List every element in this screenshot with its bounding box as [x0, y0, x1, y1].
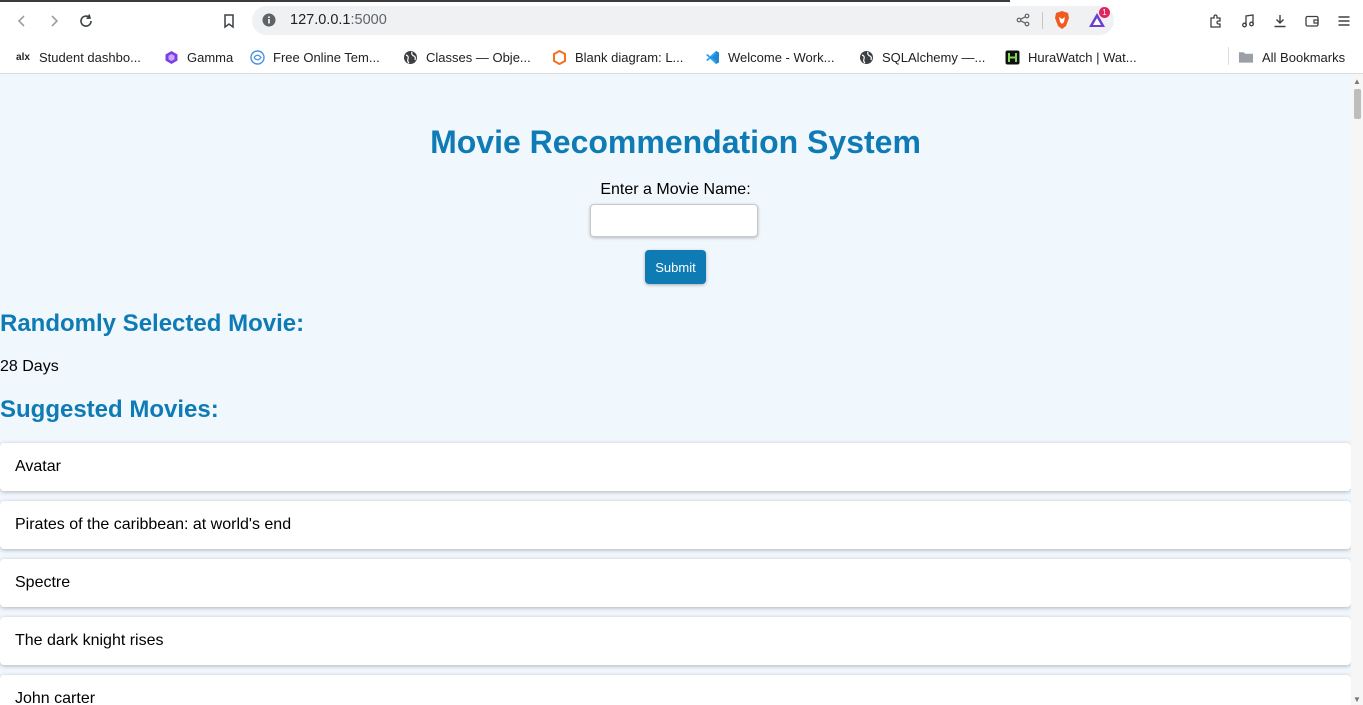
scroll-down-icon[interactable]: ▼	[1353, 695, 1361, 704]
globe-icon	[858, 49, 874, 65]
bookmark-label: Classes — Obje...	[426, 49, 531, 65]
random-movie-title: 28 Days	[0, 358, 59, 375]
bookmark-item[interactable]: Blank diagram: L...	[551, 47, 683, 67]
list-item: Pirates of the caribbean: at world's end	[0, 501, 1351, 549]
scroll-thumb[interactable]	[1354, 89, 1361, 119]
bookmark-item[interactable]: Gamma	[163, 47, 233, 67]
alx-icon: alx	[16, 51, 30, 63]
list-item: Avatar	[0, 443, 1351, 491]
urlbar-divider	[1042, 12, 1043, 29]
bookmark-label: Student dashbo...	[39, 49, 141, 65]
forward-button[interactable]	[43, 10, 65, 32]
page-content: Movie Recommendation System Enter a Movi…	[0, 74, 1351, 705]
folder-icon	[1238, 49, 1254, 65]
scroll-up-icon[interactable]: ▲	[1353, 77, 1361, 86]
extensions-icon[interactable]	[1206, 11, 1226, 31]
bookmark-item[interactable]: SQLAlchemy —...	[858, 47, 985, 67]
rewards-badge: 1	[1099, 7, 1110, 18]
bookmark-label: Free Online Tem...	[273, 49, 380, 65]
template-icon	[249, 49, 265, 65]
brave-shields-icon[interactable]	[1053, 10, 1071, 30]
page-scrollbar[interactable]: ▲ ▼	[1351, 74, 1363, 705]
movie-name-label: Enter a Movie Name:	[600, 181, 751, 198]
hurawatch-icon	[1004, 49, 1020, 65]
bookmark-item[interactable]: Free Online Tem...	[249, 47, 380, 67]
bookmark-label: Blank diagram: L...	[575, 49, 684, 65]
bookmark-icon	[224, 14, 234, 29]
reload-button[interactable]	[75, 10, 97, 32]
reload-icon	[80, 14, 92, 27]
suggested-movies-heading: Suggested Movies:	[0, 396, 219, 423]
bookmark-page-button[interactable]	[218, 10, 240, 32]
url-text: 127.0.0.1:5000	[290, 12, 387, 28]
forward-arrow-icon	[51, 15, 59, 27]
download-icon[interactable]	[1270, 11, 1290, 31]
globe-icon	[402, 49, 418, 65]
bookmark-label: HuraWatch | Wat...	[1028, 49, 1137, 65]
page-title: Movie Recommendation System	[430, 124, 921, 160]
wallet-icon[interactable]	[1302, 11, 1322, 31]
bookmark-label: Gamma	[187, 49, 234, 65]
lucid-icon	[551, 49, 567, 65]
all-bookmarks-label: All Bookmarks	[1262, 49, 1346, 65]
url-host: 127.0.0.1	[290, 12, 351, 28]
browser-toolbar: 127.0.0.1:5000 1	[0, 0, 1363, 41]
list-item: Spectre	[0, 559, 1351, 607]
bookmark-label: SQLAlchemy —...	[882, 49, 986, 65]
submit-button[interactable]: Submit	[645, 250, 706, 284]
bookmark-item[interactable]: alx Student dashbo...	[15, 47, 141, 67]
media-icon[interactable]	[1238, 11, 1258, 31]
all-bookmarks-button[interactable]: All Bookmarks	[1238, 47, 1345, 67]
bookmarks-divider	[1228, 47, 1229, 65]
menu-icon[interactable]	[1334, 11, 1354, 31]
movie-name-input[interactable]	[590, 204, 758, 237]
random-movie-heading: Randomly Selected Movie:	[0, 310, 305, 337]
bookmark-item[interactable]: HuraWatch | Wat...	[1004, 47, 1137, 67]
brave-rewards-icon[interactable]: 1	[1087, 7, 1110, 30]
gamma-icon	[163, 49, 179, 65]
share-icon[interactable]	[1016, 13, 1030, 27]
back-button[interactable]	[11, 10, 33, 32]
url-port: :5000	[350, 12, 387, 28]
list-item: The dark knight rises	[0, 617, 1351, 665]
site-info-icon[interactable]	[262, 13, 276, 27]
bookmark-label: Welcome - Work...	[728, 49, 835, 65]
bookmarks-bar: alx Student dashbo... Gamma Free Online …	[0, 41, 1363, 74]
address-bar[interactable]: 127.0.0.1:5000 1	[252, 6, 1114, 35]
bookmark-item[interactable]: Welcome - Work...	[704, 47, 834, 67]
bookmark-item[interactable]: Classes — Obje...	[402, 47, 531, 67]
active-tab-indicator	[0, 0, 1010, 2]
back-arrow-icon	[17, 15, 25, 27]
vscode-icon	[704, 49, 720, 65]
list-item: John carter	[0, 675, 1351, 705]
suggested-movies-list: Avatar Pirates of the caribbean: at worl…	[0, 443, 1351, 705]
